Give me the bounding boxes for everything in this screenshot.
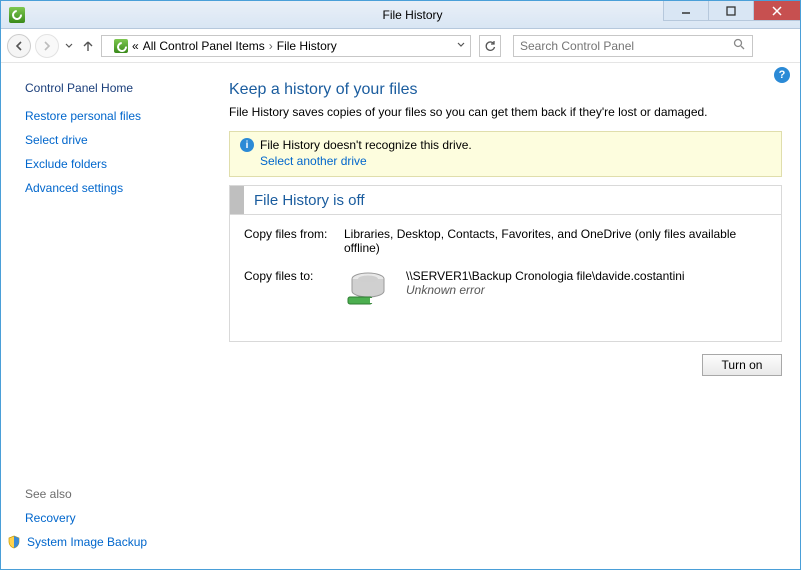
maximize-button[interactable] [708, 1, 753, 21]
location-icon [114, 39, 128, 53]
see-also-label: See also [25, 487, 209, 501]
status-stripe [230, 186, 244, 214]
sidebar-link-select-drive[interactable]: Select drive [25, 133, 209, 147]
sidebar-link-restore[interactable]: Restore personal files [25, 109, 209, 123]
info-bar: i File History doesn't recognize this dr… [229, 131, 782, 177]
sidebar: Control Panel Home Restore personal file… [1, 63, 219, 569]
sidebar-link-exclude[interactable]: Exclude folders [25, 157, 209, 171]
status-header: File History is off [230, 186, 781, 215]
status-title: File History is off [244, 188, 375, 213]
turn-on-button[interactable]: Turn on [702, 354, 782, 376]
breadcrumb-part-2[interactable]: File History [277, 39, 337, 53]
drive-icon [344, 269, 392, 309]
copy-to-label: Copy files to: [244, 269, 344, 309]
search-input[interactable] [520, 39, 733, 53]
copy-to-value: \\SERVER1\Backup Cronologia file\davide.… [406, 269, 685, 283]
minimize-button[interactable] [663, 1, 708, 21]
up-button[interactable] [79, 39, 97, 53]
page-heading: Keep a history of your files [229, 81, 782, 99]
sidebar-link-advanced[interactable]: Advanced settings [25, 181, 209, 195]
select-another-drive-link[interactable]: Select another drive [260, 154, 771, 168]
info-text: File History doesn't recognize this driv… [260, 138, 472, 152]
breadcrumb-part-1[interactable]: All Control Panel Items [143, 39, 265, 53]
system-image-backup-label: System Image Backup [27, 535, 147, 549]
shield-icon [7, 535, 21, 549]
app-icon [9, 7, 25, 23]
back-button[interactable] [7, 34, 31, 58]
nav-toolbar: « All Control Panel Items › File History [1, 29, 800, 63]
copy-to-error: Unknown error [406, 283, 685, 297]
copy-from-value: Libraries, Desktop, Contacts, Favorites,… [344, 227, 767, 255]
main-panel: ? Keep a history of your files File Hist… [219, 63, 800, 569]
window: File History « All Control Panel Items ›… [0, 0, 801, 570]
breadcrumb-prefix: « [132, 39, 139, 53]
page-subheading: File History saves copies of your files … [229, 105, 782, 119]
address-dropdown-icon[interactable] [456, 39, 466, 53]
close-button[interactable] [753, 1, 800, 21]
address-bar[interactable]: « All Control Panel Items › File History [101, 35, 471, 57]
footer: Turn on [229, 354, 782, 376]
chevron-right-icon: › [269, 39, 273, 53]
history-dropdown-icon[interactable] [63, 42, 75, 50]
help-icon[interactable]: ? [774, 67, 790, 83]
body: Control Panel Home Restore personal file… [1, 63, 800, 569]
refresh-button[interactable] [479, 35, 501, 57]
titlebar: File History [1, 1, 800, 29]
recovery-link[interactable]: Recovery [25, 511, 209, 525]
search-box[interactable] [513, 35, 753, 57]
system-image-backup-link[interactable]: System Image Backup [7, 535, 209, 549]
copy-from-label: Copy files from: [244, 227, 344, 255]
control-panel-home-link[interactable]: Control Panel Home [25, 81, 209, 95]
search-icon[interactable] [733, 38, 746, 54]
window-buttons [663, 1, 800, 21]
info-icon: i [240, 138, 254, 152]
status-box: File History is off Copy files from: Lib… [229, 185, 782, 342]
forward-button[interactable] [35, 34, 59, 58]
